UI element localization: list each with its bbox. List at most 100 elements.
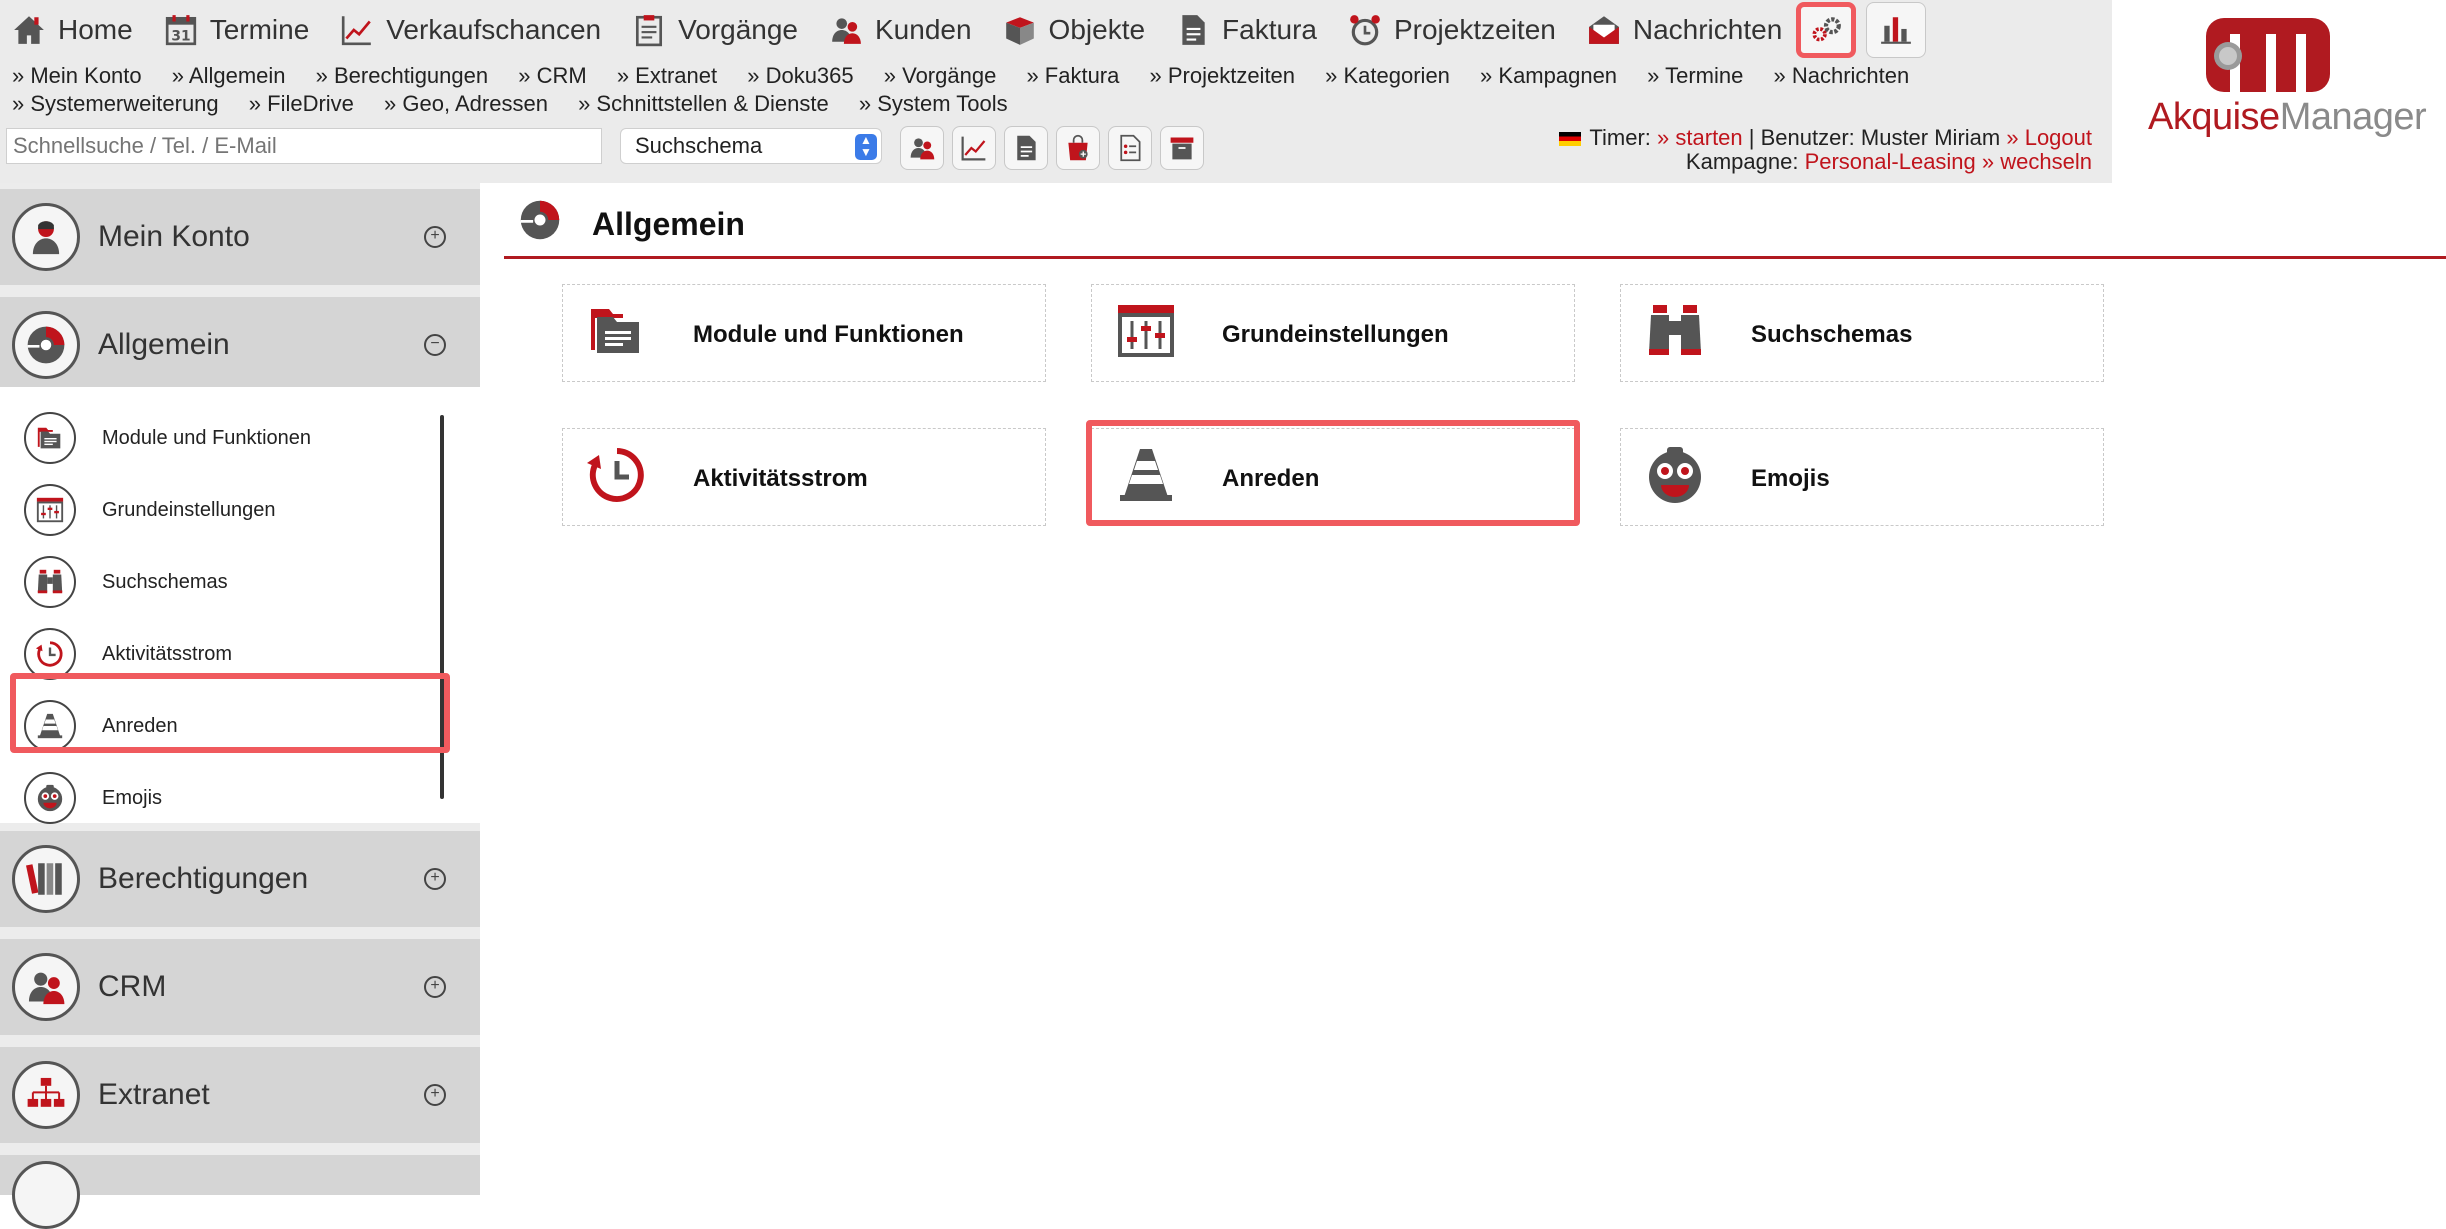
campaign-change-link[interactable]: » wechseln: [1982, 149, 2092, 174]
quick-search-input[interactable]: [6, 128, 602, 164]
sidebar-item-emojis[interactable]: Emojis: [24, 767, 444, 829]
books-icon: [25, 858, 67, 900]
sidebar-item-aktivitaetsstrom[interactable]: Aktivitätsstrom: [24, 623, 444, 685]
timer-label: Timer:: [1589, 125, 1651, 150]
network-icon: [25, 1074, 67, 1116]
subnav-link[interactable]: » System Tools: [859, 90, 1008, 118]
sidebar-item-anreden[interactable]: Anreden: [24, 695, 444, 757]
subnav-link[interactable]: » Systemerweiterung: [12, 90, 219, 118]
sidebar-section-label: Allgemein: [98, 328, 230, 361]
tile-emojis[interactable]: Emojis: [1620, 428, 2104, 526]
sidebar-submenu: Module und Funktionen Grundeinstellungen…: [0, 387, 480, 824]
nav-label: Verkaufschancen: [386, 14, 602, 45]
subnav-link[interactable]: » Kampagnen: [1480, 62, 1617, 90]
campaign-label: Kampagne:: [1685, 149, 1799, 174]
subnav-link[interactable]: » Berechtigungen: [316, 62, 488, 90]
toolbar-archive-button[interactable]: [1160, 126, 1204, 170]
subnav-link[interactable]: » Nachrichten: [1774, 62, 1910, 90]
user-info: Timer: » starten | Benutzer: Muster Miri…: [1559, 126, 2092, 174]
sidebar: Mein Konto + Allgemein − Module und Funk…: [0, 183, 480, 1229]
archive-icon: [1168, 134, 1196, 162]
logo-text: AkquiseManager: [2148, 96, 2427, 138]
sidebar-section-extranet[interactable]: Extranet +: [0, 1047, 480, 1143]
tile-label: Module und Funktionen: [693, 321, 964, 348]
title-divider: [504, 256, 2446, 259]
sidebar-item-suchschemas[interactable]: Suchschemas: [24, 551, 444, 613]
nav-objekte[interactable]: Objekte: [1003, 0, 1145, 60]
history-icon: [35, 639, 65, 669]
toolbar-bag-button[interactable]: [1056, 126, 1100, 170]
subnav-link[interactable]: » Schnittstellen & Dienste: [578, 90, 829, 118]
collapse-icon[interactable]: −: [424, 334, 446, 356]
subnav-link[interactable]: » Geo, Adressen: [384, 90, 548, 118]
tile-anreden[interactable]: Anreden: [1091, 428, 1575, 526]
subnav-link[interactable]: » Mein Konto: [12, 62, 142, 90]
list-document-icon: [1116, 134, 1144, 162]
expand-icon[interactable]: +: [424, 868, 446, 890]
subnav-link[interactable]: » FileDrive: [249, 90, 354, 118]
nav-home[interactable]: Home: [12, 0, 133, 60]
emoji-face-icon: [1643, 443, 1707, 507]
binoculars-icon: [1643, 299, 1707, 363]
nav-label: Vorgänge: [678, 14, 798, 45]
campaign-name-link[interactable]: Personal-Leasing: [1805, 149, 1976, 174]
expand-icon[interactable]: +: [424, 226, 446, 248]
timer-start-link[interactable]: » starten: [1657, 125, 1743, 150]
nav-kunden[interactable]: Kunden: [829, 0, 972, 60]
sidebar-section-mein-konto[interactable]: Mein Konto +: [0, 189, 480, 285]
nav-verkaufschancen[interactable]: Verkaufschancen: [340, 0, 601, 60]
select-arrows-icon: ▲ ▼: [855, 134, 877, 160]
subnav-link[interactable]: » Allgemein: [172, 62, 286, 90]
tile-module-und-funktionen[interactable]: Module und Funktionen: [562, 284, 1046, 382]
subnav-link[interactable]: » Doku365: [747, 62, 853, 90]
nav-label: Faktura: [1222, 14, 1317, 45]
tile-grundeinstellungen[interactable]: Grundeinstellungen: [1091, 284, 1575, 382]
expand-icon[interactable]: +: [424, 976, 446, 998]
nav-faktura[interactable]: Faktura: [1176, 0, 1317, 60]
nav-label: Nachrichten: [1632, 14, 1783, 45]
sidebar-section-partial[interactable]: [0, 1155, 480, 1229]
search-schema-select[interactable]: Suchschema ▲ ▼: [620, 128, 882, 164]
subnav-link[interactable]: » Vorgänge: [884, 62, 997, 90]
settings-button[interactable]: [1796, 2, 1857, 58]
logout-link[interactable]: » Logout: [2006, 125, 2092, 150]
subnav-link[interactable]: » Extranet: [617, 62, 717, 90]
contacts-icon: [908, 134, 936, 162]
sidebar-section-label: Mein Konto: [98, 220, 250, 253]
tile-label: Aktivitätsstrom: [693, 465, 868, 492]
expand-icon[interactable]: +: [424, 1084, 446, 1106]
tile-label: Anreden: [1222, 465, 1320, 492]
nav-termine[interactable]: Termine: [164, 0, 309, 60]
nav-vorgaenge[interactable]: Vorgänge: [632, 0, 798, 60]
subnav-link[interactable]: » Termine: [1647, 62, 1743, 90]
traffic-cone-icon: [1114, 443, 1178, 507]
tile-suchschemas[interactable]: Suchschemas: [1620, 284, 2104, 382]
sidebar-section-crm[interactable]: CRM +: [0, 939, 480, 1035]
people-icon: [829, 13, 863, 47]
people-icon: [25, 966, 67, 1008]
statistics-button[interactable]: [1866, 2, 1927, 58]
sidebar-section-label: Berechtigungen: [98, 862, 309, 895]
submenu-scrollbar[interactable]: [440, 415, 444, 799]
nav-label: Home: [58, 14, 133, 45]
toolbar-document-button[interactable]: [1004, 126, 1048, 170]
sidebar-section-berechtigungen[interactable]: Berechtigungen +: [0, 831, 480, 927]
nav-projektzeiten[interactable]: Projektzeiten: [1348, 0, 1556, 60]
subnav-link[interactable]: » Projektzeiten: [1150, 62, 1296, 90]
document-icon: [1012, 134, 1040, 162]
main-navigation: Home Termine Verkaufschancen Vorgänge Ku…: [0, 0, 1936, 60]
sidebar-section-allgemein[interactable]: Allgemein −: [0, 297, 480, 393]
subnav-link[interactable]: » CRM: [518, 62, 586, 90]
subnav-link[interactable]: » Kategorien: [1325, 62, 1450, 90]
sidebar-item-module-und-funktionen[interactable]: Module und Funktionen: [24, 407, 444, 469]
toolbar-chart-button[interactable]: [952, 126, 996, 170]
tile-aktivitaetsstrom[interactable]: Aktivitätsstrom: [562, 428, 1046, 526]
sidebar-item-label: Grundeinstellungen: [102, 498, 276, 521]
tile-label: Emojis: [1751, 465, 1830, 492]
subnav-link[interactable]: » Faktura: [1026, 62, 1119, 90]
toolbar-list-button[interactable]: [1108, 126, 1152, 170]
toolbar-contacts-button[interactable]: [900, 126, 944, 170]
nav-nachrichten[interactable]: Nachrichten: [1587, 0, 1782, 60]
sidebar-item-grundeinstellungen[interactable]: Grundeinstellungen: [24, 479, 444, 541]
sidebar-section-label: Extranet: [98, 1078, 210, 1111]
